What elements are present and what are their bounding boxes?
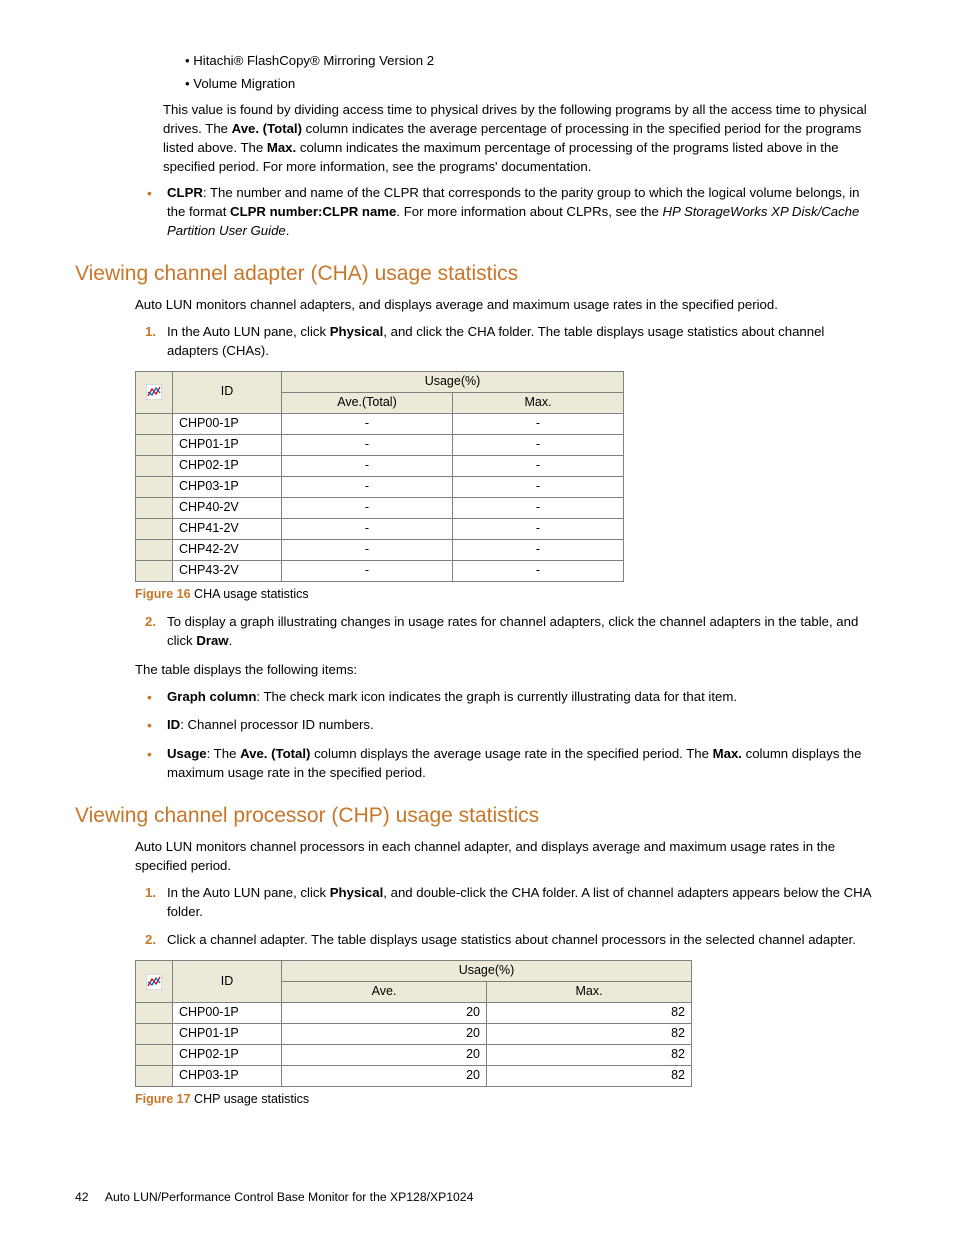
graph-column-header[interactable] xyxy=(136,961,173,1003)
bullet-item: Volume Migration xyxy=(185,75,879,94)
intro-paragraph: This value is found by dividing access t… xyxy=(163,101,879,176)
table-row[interactable]: CHP41-2V-- xyxy=(136,518,624,539)
cha-step-2: To display a graph illustrating changes … xyxy=(145,613,879,650)
chart-icon xyxy=(146,974,162,990)
cha-column-descriptions: Graph column: The check mark icon indica… xyxy=(145,688,879,783)
table-row[interactable]: CHP02-1P2082 xyxy=(136,1045,692,1066)
graph-column-header[interactable] xyxy=(136,371,173,413)
cha-lead: Auto LUN monitors channel adapters, and … xyxy=(135,296,879,315)
page-footer: 42 Auto LUN/Performance Control Base Mon… xyxy=(75,1189,879,1206)
figure-17-caption: Figure 17 CHP usage statistics xyxy=(135,1091,879,1109)
col-header-ave[interactable]: Ave.(Total) xyxy=(282,392,453,413)
table-row[interactable]: CHP40-2V-- xyxy=(136,497,624,518)
figure-16-caption: Figure 16 CHA usage statistics xyxy=(135,586,879,604)
bullet-item: ID: Channel processor ID numbers. xyxy=(145,716,879,735)
col-header-max[interactable]: Max. xyxy=(487,982,692,1003)
chp-step-2: Click a channel adapter. The table displ… xyxy=(145,931,879,950)
col-header-id[interactable]: ID xyxy=(173,371,282,413)
table-row[interactable]: CHP01-1P2082 xyxy=(136,1024,692,1045)
cha-items-intro: The table displays the following items: xyxy=(135,661,879,680)
chp-lead: Auto LUN monitors channel processors in … xyxy=(135,838,879,875)
section-heading-cha: Viewing channel adapter (CHA) usage stat… xyxy=(75,259,879,289)
table-row[interactable]: CHP43-2V-- xyxy=(136,560,624,581)
cha-step-1: In the Auto LUN pane, click Physical, an… xyxy=(145,323,879,360)
chart-icon xyxy=(146,384,162,400)
bullet-item: CLPR: The number and name of the CLPR th… xyxy=(145,184,879,240)
chp-step-1: In the Auto LUN pane, click Physical, an… xyxy=(145,884,879,921)
table-row[interactable]: CHP00-1P2082 xyxy=(136,1003,692,1024)
cha-usage-table: ID Usage(%) Ave.(Total) Max. CHP00-1P-- … xyxy=(135,371,624,582)
table-row[interactable]: CHP01-1P-- xyxy=(136,434,624,455)
intro-sub-bullets: Hitachi® FlashCopy® Mirroring Version 2 … xyxy=(185,52,879,93)
col-header-id[interactable]: ID xyxy=(173,961,282,1003)
table-row[interactable]: CHP00-1P-- xyxy=(136,413,624,434)
bullet-item: Hitachi® FlashCopy® Mirroring Version 2 xyxy=(185,52,879,71)
table-row[interactable]: CHP42-2V-- xyxy=(136,539,624,560)
intro-clpr-bullet: CLPR: The number and name of the CLPR th… xyxy=(145,184,879,240)
footer-title: Auto LUN/Performance Control Base Monito… xyxy=(105,1190,474,1204)
table-row[interactable]: CHP02-1P-- xyxy=(136,455,624,476)
col-header-ave[interactable]: Ave. xyxy=(282,982,487,1003)
bullet-item: Usage: The Ave. (Total) column displays … xyxy=(145,745,879,782)
table-row[interactable]: CHP03-1P2082 xyxy=(136,1066,692,1087)
bullet-item: Graph column: The check mark icon indica… xyxy=(145,688,879,707)
page-number: 42 xyxy=(75,1190,89,1204)
col-header-max[interactable]: Max. xyxy=(453,392,624,413)
col-header-usage[interactable]: Usage(%) xyxy=(282,371,624,392)
section-heading-chp: Viewing channel processor (CHP) usage st… xyxy=(75,801,879,831)
col-header-usage[interactable]: Usage(%) xyxy=(282,961,692,982)
table-row[interactable]: CHP03-1P-- xyxy=(136,476,624,497)
chp-usage-table: ID Usage(%) Ave. Max. CHP00-1P2082 CHP01… xyxy=(135,960,692,1087)
